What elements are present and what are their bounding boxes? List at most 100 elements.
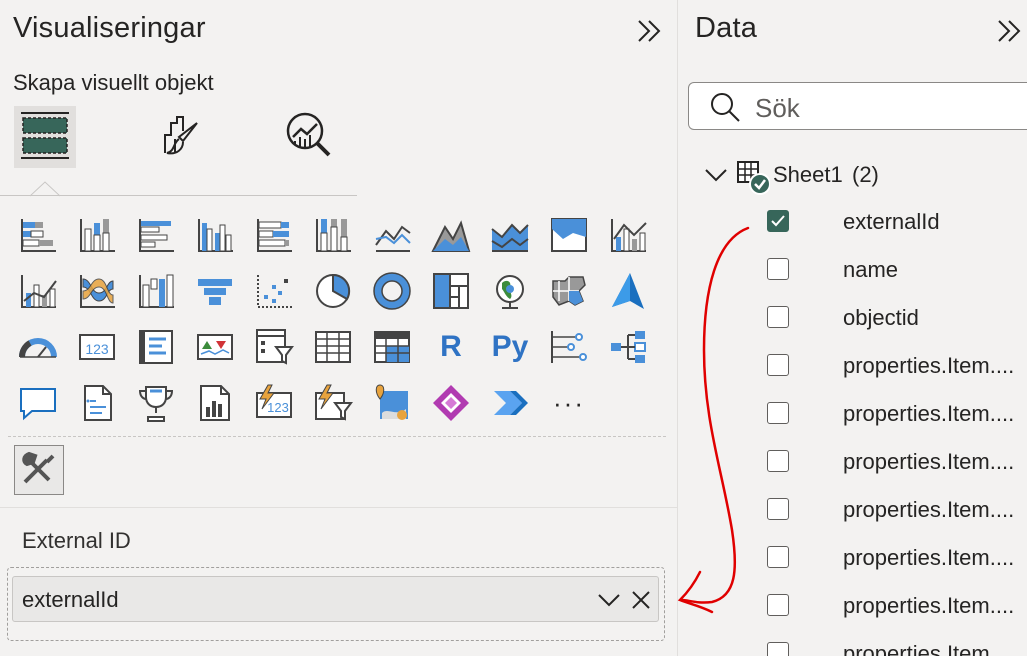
chevron-down-icon[interactable] [704, 162, 728, 192]
field-row[interactable]: objectid [678, 302, 1027, 334]
field-label: properties.Item.... [843, 353, 1015, 378]
collapse-data-pane-icon[interactable] [994, 16, 1024, 46]
field-row[interactable]: properties.Item.... [678, 542, 1027, 574]
donut-chart-icon[interactable] [367, 266, 417, 316]
chevron-down-icon[interactable] [596, 587, 622, 613]
python-visual-icon[interactable]: Py [485, 322, 535, 372]
gauge-icon[interactable] [13, 322, 63, 372]
power-automate-card-icon[interactable]: 123 [249, 378, 299, 428]
field-checkbox[interactable] [767, 210, 789, 232]
field-row[interactable]: properties.Item.... [678, 494, 1027, 526]
azure-map-icon[interactable] [603, 266, 653, 316]
multi-row-card-icon[interactable] [131, 322, 181, 372]
field-checkbox[interactable] [767, 402, 789, 424]
more-visuals-icon[interactable]: ··· [544, 378, 594, 428]
field-row[interactable]: properties.Item.... [678, 350, 1027, 382]
area-chart-icon[interactable] [426, 210, 476, 260]
decomposition-tree-icon[interactable] [603, 322, 653, 372]
tools-icon [19, 448, 59, 493]
external-id-field-pill[interactable]: externalId [12, 576, 659, 622]
tab-build-visual[interactable] [14, 106, 76, 168]
card-icon[interactable]: 123 [72, 322, 122, 372]
kpi-icon[interactable] [190, 322, 240, 372]
field-checkbox[interactable] [767, 498, 789, 520]
line-and-stacked-column-chart-icon[interactable] [603, 210, 653, 260]
filled-map-icon[interactable] [544, 266, 594, 316]
analytics-magnifier-icon [281, 107, 337, 168]
paginated-report-icon[interactable] [190, 378, 240, 428]
collapse-pane-icon[interactable] [634, 16, 664, 46]
table-icon[interactable] [308, 322, 358, 372]
field-label: properties.Item.... [843, 497, 1015, 522]
100-stacked-area-chart-icon[interactable] [544, 210, 594, 260]
power-automate-slicer-icon[interactable] [308, 378, 358, 428]
stacked-column-chart-icon[interactable] [72, 210, 122, 260]
data-title: Data [695, 12, 758, 44]
format-brush-icon [153, 109, 205, 166]
field-row[interactable]: properties.Item.... [678, 590, 1027, 622]
field-checkbox[interactable] [767, 546, 789, 568]
funnel-chart-icon[interactable] [190, 266, 240, 316]
power-automate-icon[interactable] [485, 378, 535, 428]
field-label: objectid [843, 305, 919, 330]
checkmark-icon [771, 215, 785, 227]
r-visual-icon[interactable]: R [426, 322, 476, 372]
field-row[interactable]: properties.Item.... [678, 638, 1027, 656]
python-visual-label: Py [491, 330, 529, 363]
pie-chart-icon[interactable] [308, 266, 358, 316]
slicer-icon[interactable] [249, 322, 299, 372]
clustered-bar-chart-icon[interactable] [131, 210, 181, 260]
map-icon[interactable] [485, 266, 535, 316]
table-node-sheet1[interactable]: Sheet1 (2) [678, 158, 1027, 195]
power-apps-icon[interactable] [426, 378, 476, 428]
arcgis-map-icon[interactable] [367, 378, 417, 428]
field-row[interactable]: properties.Item.... [678, 446, 1027, 478]
field-row[interactable]: externalId [678, 206, 1027, 238]
treemap-icon[interactable] [426, 266, 476, 316]
field-checkbox[interactable] [767, 594, 789, 616]
field-pill-value: externalId [22, 587, 119, 612]
field-row[interactable]: name [678, 254, 1027, 286]
line-and-clustered-column-chart-icon[interactable] [13, 266, 63, 316]
qa-icon[interactable] [13, 378, 63, 428]
matrix-icon[interactable] [367, 322, 417, 372]
stacked-area-chart-icon[interactable] [485, 210, 535, 260]
remove-field-icon[interactable] [628, 587, 654, 613]
search-input[interactable]: Sök [688, 82, 1027, 130]
smart-narrative-icon[interactable] [72, 378, 122, 428]
field-label: properties.Item.... [843, 545, 1015, 570]
build-visual-heading: Skapa visuellt objekt [13, 70, 214, 95]
more-visuals-label: ··· [553, 387, 585, 418]
metrics-icon[interactable] [131, 378, 181, 428]
data-pane: Data Sök Sheet1 (2) externalId name obje… [678, 0, 1027, 656]
ribbon-chart-icon[interactable] [72, 266, 122, 316]
field-checkbox[interactable] [767, 258, 789, 280]
power-automate-card-label: 123 [267, 400, 289, 415]
stacked-bar-chart-icon[interactable] [13, 210, 63, 260]
key-influencers-icon[interactable] [544, 322, 594, 372]
external-id-well-label: External ID [22, 528, 131, 553]
section-divider [0, 507, 677, 508]
field-label: properties.Item.... [843, 641, 1015, 656]
tab-format-visual[interactable] [148, 106, 210, 168]
field-label: properties.Item.... [843, 593, 1015, 618]
field-checkbox[interactable] [767, 354, 789, 376]
field-checkbox[interactable] [767, 306, 789, 328]
tab-analytics[interactable] [278, 106, 340, 168]
clustered-column-chart-icon[interactable] [190, 210, 240, 260]
custom-visual-tools-button[interactable] [14, 445, 64, 495]
field-row[interactable]: properties.Item.... [678, 398, 1027, 430]
scatter-chart-icon[interactable] [249, 266, 299, 316]
search-placeholder: Sök [755, 93, 800, 123]
field-checkbox[interactable] [767, 642, 789, 656]
r-visual-label: R [440, 330, 462, 363]
field-label: externalId [843, 209, 940, 234]
field-checkbox[interactable] [767, 450, 789, 472]
100-stacked-bar-chart-icon[interactable] [249, 210, 299, 260]
table-icon [736, 160, 771, 202]
line-chart-icon[interactable] [367, 210, 417, 260]
waterfall-chart-icon[interactable] [131, 266, 181, 316]
tab-divider [0, 195, 357, 196]
100-stacked-column-chart-icon[interactable] [308, 210, 358, 260]
table-field-count: (2) [852, 162, 879, 187]
